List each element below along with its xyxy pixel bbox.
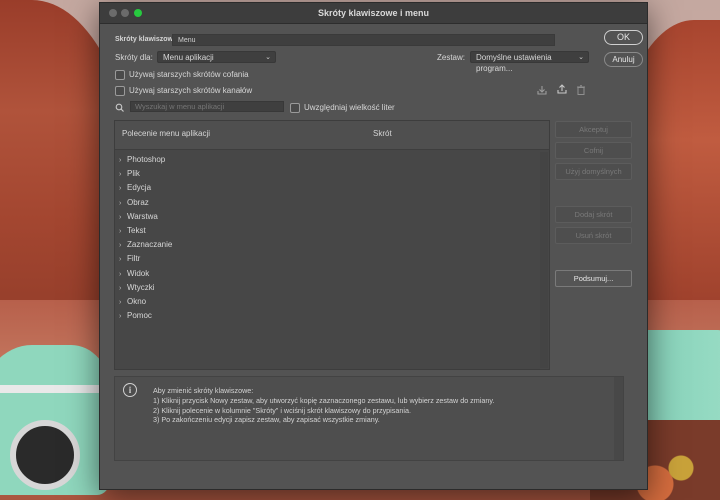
chevron-right-icon[interactable]: › [119,310,127,324]
legacy-undo-checkbox[interactable] [115,70,125,80]
search-input[interactable] [130,101,284,112]
column-header-shortcut[interactable]: Skrót [373,129,392,138]
menu-tree-item-label: Okno [127,296,147,306]
title-bar: Skróty klawiszowe i menu [100,3,647,24]
chevron-right-icon[interactable]: › [119,239,127,253]
menu-tree-item-label: Zaznaczanie [127,240,173,250]
chevron-right-icon[interactable]: › [119,282,127,296]
menu-tree-item[interactable]: › Tekst [115,224,539,238]
menu-tree-item-label: Tekst [127,225,146,235]
chevron-right-icon[interactable]: › [119,168,127,182]
chevron-right-icon[interactable]: › [119,211,127,225]
menu-tree: › Photoshop › Plik › Edycja › Obraz › Warstwa › Tek… [115,153,539,323]
ok-button[interactable]: OK [604,30,643,45]
shortcuts-for-label: Skróty dla: [115,53,153,62]
chevron-right-icon[interactable]: › [119,225,127,239]
chevron-down-icon: ⌄ [578,54,584,61]
legacy-undo-label: Używaj starszych skrótów cofania [129,70,249,79]
instructions-text: Aby zmienić skróty klawiszowe: 1) Klikni… [153,386,494,425]
menu-tree-item-label: Obraz [127,197,149,207]
shortcuts-table: Polecenie menu aplikacji Skrót › Photosho… [114,120,550,370]
instructions-scrollbar[interactable] [614,377,623,460]
background-car-left [0,345,110,495]
menu-tree-item[interactable]: › Filtr [115,252,539,266]
summarize-button[interactable]: Podsumuj... [555,270,632,287]
set-select[interactable]: Domyślne ustawienia program... ⌄ [470,51,589,73]
chevron-right-icon[interactable]: › [119,154,127,168]
menu-tree-item[interactable]: › Wtyczki [115,281,539,295]
cancel-button[interactable]: Anuluj [604,52,643,67]
menu-tree-item[interactable]: › Photoshop [115,153,539,167]
set-label: Zestaw: [437,53,466,62]
legacy-channel-checkbox[interactable] [115,86,125,96]
chevron-right-icon[interactable]: › [119,182,127,196]
menu-tree-item-label: Filtr [127,254,141,264]
chevron-right-icon[interactable]: › [119,197,127,211]
new-set-icon[interactable] [556,83,568,95]
instructions-line: 3) Po zakończeniu edycji zapisz zestaw, … [153,415,380,425]
menu-tree-item[interactable]: › Edycja [115,181,539,195]
menu-tree-item[interactable]: › Obraz [115,196,539,210]
save-set-icon[interactable] [536,84,548,96]
menu-tree-item[interactable]: › Okno [115,295,539,309]
table-scrollbar[interactable] [540,152,548,368]
info-icon: i [123,383,137,397]
instructions-panel: i Aby zmienić skróty klawiszowe: 1) Klik… [114,376,624,461]
menu-tree-item[interactable]: › Warstwa [115,210,539,224]
set-name-label: Skróty klawiszowe [115,36,177,43]
chevron-down-icon: ⌄ [265,54,271,61]
menu-tree-item-label: Edycja [127,183,152,193]
menu-tree-item-label: Pomoc [127,311,152,321]
menu-tree-item-label: Warstwa [127,211,158,221]
menu-tree-item[interactable]: › Plik [115,167,539,181]
instructions-line: 1) Kliknij przycisk Nowy zestaw, aby utw… [153,395,495,405]
search-icon [115,103,125,113]
chevron-right-icon[interactable]: › [119,253,127,267]
shortcuts-for-value: Menu aplikacji [163,53,214,62]
chevron-right-icon[interactable]: › [119,296,127,310]
menu-tree-item[interactable]: › Zaznaczanie [115,238,539,252]
trash-icon[interactable] [575,84,587,96]
table-header: Polecenie menu aplikacji Skrót [115,121,549,150]
shortcuts-for-select[interactable]: Menu aplikacji ⌄ [157,51,276,63]
undo-button[interactable]: Cofnij [555,142,632,159]
car-trim [0,385,110,393]
dialog-title: Skróty klawiszowe i menu [317,8,430,18]
remove-shortcut-button[interactable]: Usuń skrót [555,227,632,244]
set-value: Domyślne ustawienia program... [476,53,552,73]
column-header-command[interactable]: Polecenie menu aplikacji [122,129,210,138]
match-case-label: Uwzględniaj wielkość liter [304,103,395,112]
menu-tree-item[interactable]: › Pomoc [115,309,539,323]
use-default-button[interactable]: Użyj domyślnych [555,163,632,180]
menu-tree-item-label: Wtyczki [127,282,155,292]
legacy-channel-label: Używaj starszych skrótów kanałów [129,86,253,95]
instructions-line: 2) Kliknij polecenie w kolumnie "Skróty"… [153,405,411,415]
set-name-field[interactable]: Menu [172,34,555,46]
menu-tree-item[interactable]: › Widok [115,267,539,281]
menu-tree-item-label: Widok [127,268,150,278]
accept-button[interactable]: Akceptuj [555,121,632,138]
match-case-checkbox[interactable] [290,103,300,113]
car-wheel [10,420,80,490]
chevron-right-icon[interactable]: › [119,268,127,282]
instructions-line: Aby zmienić skróty klawiszowe: [153,386,254,395]
menu-tree-item-label: Photoshop [127,155,166,164]
menu-tree-item-label: Plik [127,169,140,179]
keyboard-shortcuts-dialog: Skróty klawiszowe i menu Skróty klawiszo… [99,2,648,490]
add-shortcut-button[interactable]: Dodaj skrót [555,206,632,223]
